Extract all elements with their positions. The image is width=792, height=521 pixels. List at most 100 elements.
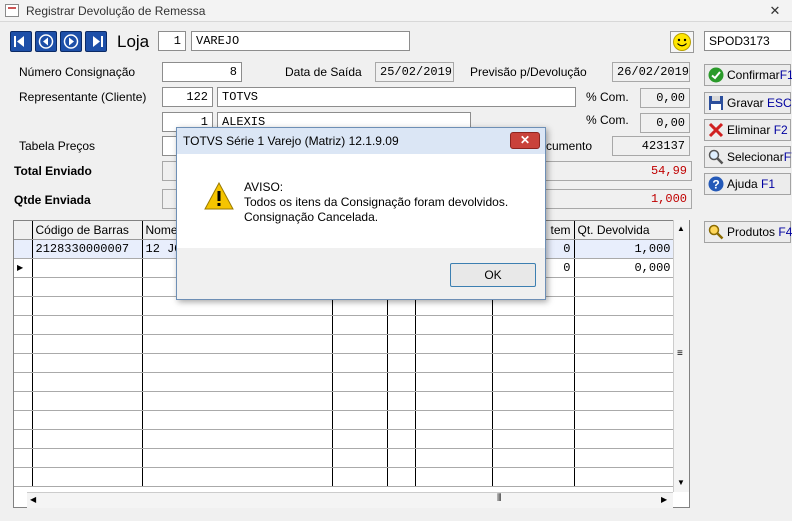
cell-empty[interactable] xyxy=(332,410,388,430)
cell-qt-devolvida[interactable]: 1,000 xyxy=(574,239,675,259)
cell-empty[interactable] xyxy=(142,315,333,335)
cell-empty[interactable] xyxy=(387,353,416,373)
grid-horizontal-scrollbar[interactable]: ◀ ⦀ ▶ xyxy=(27,492,673,508)
cell-empty[interactable] xyxy=(32,296,143,316)
cell-empty[interactable] xyxy=(415,410,493,430)
cell-empty[interactable] xyxy=(492,315,575,335)
cell-empty[interactable] xyxy=(32,448,143,468)
table-row[interactable] xyxy=(14,429,675,449)
scroll-left-icon[interactable]: ◀ xyxy=(30,495,36,504)
eliminar-button[interactable]: Eliminar F2 xyxy=(704,119,791,141)
cell-empty[interactable] xyxy=(492,410,575,430)
cell-empty[interactable] xyxy=(415,391,493,411)
cell-empty[interactable] xyxy=(387,448,416,468)
cell-empty[interactable] xyxy=(142,429,333,449)
cell-empty[interactable] xyxy=(142,410,333,430)
cell-empty[interactable] xyxy=(32,467,143,487)
representante-name-field[interactable]: TOTVS xyxy=(217,87,576,107)
cell-empty[interactable] xyxy=(387,372,416,392)
cell-empty[interactable] xyxy=(574,334,675,354)
first-record-icon[interactable] xyxy=(10,31,32,52)
cell-empty[interactable] xyxy=(415,429,493,449)
cell-empty[interactable] xyxy=(387,315,416,335)
cell-empty[interactable] xyxy=(492,353,575,373)
cell-empty[interactable] xyxy=(32,391,143,411)
scroll-grip-icon[interactable]: ≡ xyxy=(677,348,683,359)
cell-empty[interactable] xyxy=(574,448,675,468)
dialog-close-button[interactable]: ✕ xyxy=(510,132,540,149)
cell-empty[interactable] xyxy=(574,410,675,430)
cell-qt-devolvida[interactable]: 0,000 xyxy=(574,258,675,278)
produtos-button[interactable]: Produtos F4 xyxy=(704,221,792,243)
table-row[interactable] xyxy=(14,334,675,354)
window-close-button[interactable]: ✕ xyxy=(762,3,788,18)
next-record-icon[interactable] xyxy=(60,31,82,52)
table-row[interactable] xyxy=(14,410,675,430)
gravar-button[interactable]: Gravar ESC xyxy=(704,92,792,114)
cell-empty[interactable] xyxy=(574,467,675,487)
cell-empty[interactable] xyxy=(142,448,333,468)
cell-empty[interactable] xyxy=(32,277,143,297)
cell-empty[interactable] xyxy=(332,467,388,487)
cell-empty[interactable] xyxy=(574,277,675,297)
cell-empty[interactable] xyxy=(415,315,493,335)
cell-empty[interactable] xyxy=(142,391,333,411)
cell-empty[interactable] xyxy=(415,467,493,487)
cell-empty[interactable] xyxy=(415,334,493,354)
cell-empty[interactable] xyxy=(574,391,675,411)
cell-empty[interactable] xyxy=(332,391,388,411)
cell-empty[interactable] xyxy=(332,353,388,373)
cell-empty[interactable] xyxy=(415,353,493,373)
cell-empty[interactable] xyxy=(332,334,388,354)
cell-empty[interactable] xyxy=(32,429,143,449)
table-row[interactable] xyxy=(14,315,675,335)
previous-record-icon[interactable] xyxy=(35,31,57,52)
cell-empty[interactable] xyxy=(387,334,416,354)
cell-empty[interactable] xyxy=(492,391,575,411)
loja-name-field[interactable]: VAREJO xyxy=(191,31,410,51)
cell-empty[interactable] xyxy=(574,353,675,373)
cell-empty[interactable] xyxy=(387,391,416,411)
confirmar-button[interactable]: ConfirmarF10 xyxy=(704,64,792,86)
ajuda-button[interactable]: ? Ajuda F1 xyxy=(704,173,791,195)
representante-code-field[interactable]: 122 xyxy=(162,87,213,107)
cell-empty[interactable] xyxy=(574,429,675,449)
cell-empty[interactable] xyxy=(142,353,333,373)
col-codigo-barras[interactable]: Código de Barras xyxy=(32,221,143,240)
cell-empty[interactable] xyxy=(492,467,575,487)
cell-empty[interactable] xyxy=(574,296,675,316)
cell-empty[interactable] xyxy=(492,448,575,468)
terminal-field[interactable]: SPOD3173 xyxy=(704,31,791,51)
loja-code-field[interactable]: 1 xyxy=(158,31,186,51)
cell-empty[interactable] xyxy=(387,429,416,449)
cell-empty[interactable] xyxy=(32,315,143,335)
cell-empty[interactable] xyxy=(332,429,388,449)
last-record-icon[interactable] xyxy=(85,31,107,52)
cell-empty[interactable] xyxy=(387,410,416,430)
cell-empty[interactable] xyxy=(142,334,333,354)
table-row[interactable] xyxy=(14,467,675,487)
ok-button[interactable]: OK xyxy=(450,263,536,287)
scroll-up-icon[interactable]: ▲ xyxy=(677,224,685,233)
cell-empty[interactable] xyxy=(387,467,416,487)
cell-empty[interactable] xyxy=(142,467,333,487)
cell-empty[interactable] xyxy=(492,372,575,392)
selecionar-button[interactable]: SelecionarF7 xyxy=(704,146,792,168)
cell-empty[interactable] xyxy=(415,372,493,392)
cell-codigo[interactable]: 2128330000007 xyxy=(32,239,143,259)
cell-empty[interactable] xyxy=(332,372,388,392)
scroll-right-icon[interactable]: ▶ xyxy=(661,495,667,504)
cell-codigo[interactable] xyxy=(32,258,143,278)
cell-empty[interactable] xyxy=(32,353,143,373)
cell-empty[interactable] xyxy=(32,334,143,354)
cell-empty[interactable] xyxy=(574,372,675,392)
scroll-down-icon[interactable]: ▼ xyxy=(677,478,685,487)
scroll-hgrip-icon[interactable]: ⦀ xyxy=(497,493,501,504)
cell-empty[interactable] xyxy=(32,372,143,392)
cell-empty[interactable] xyxy=(142,372,333,392)
col-qt-devolvida[interactable]: Qt. Devolvida xyxy=(574,221,675,240)
num-consignacao-field[interactable]: 8 xyxy=(162,62,242,82)
table-row[interactable] xyxy=(14,391,675,411)
grid-vertical-scrollbar[interactable]: ▲ ≡ ▼ xyxy=(673,220,689,492)
cell-empty[interactable] xyxy=(574,315,675,335)
